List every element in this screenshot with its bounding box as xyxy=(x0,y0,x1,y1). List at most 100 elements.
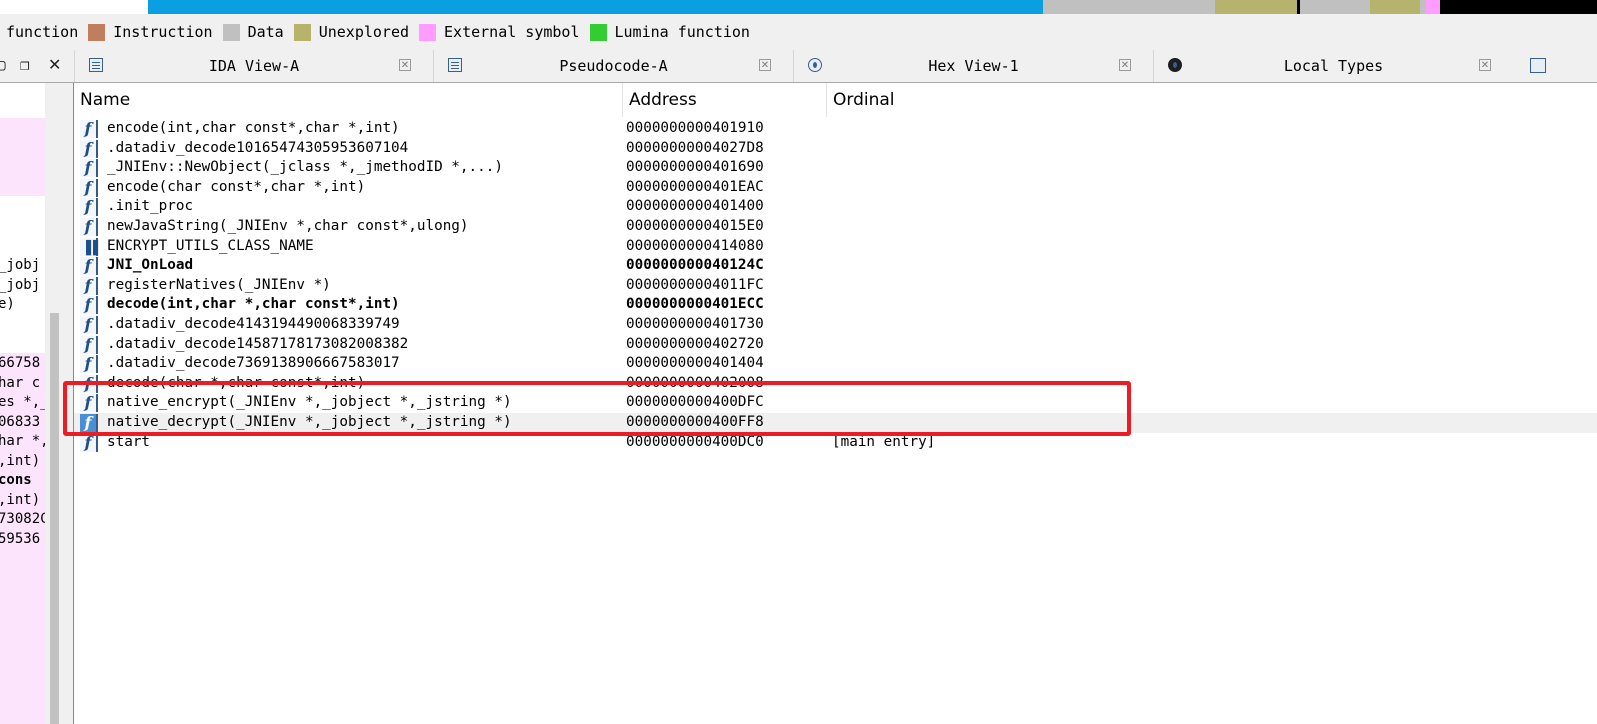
function-icon: f xyxy=(80,315,98,334)
function-icon: f xyxy=(80,276,98,295)
partial-text: 73082C xyxy=(0,511,45,527)
function-address: 0000000000401910 xyxy=(626,120,764,136)
table-row[interactable]: f .datadiv_decode7369138906667583017 00000… xyxy=(74,354,1597,374)
column-header-name[interactable]: Name xyxy=(74,83,623,117)
close-icon[interactable]: ✕ xyxy=(1479,59,1491,71)
scrollbar-thumb[interactable] xyxy=(50,313,59,724)
function-address: 00000000004027D8 xyxy=(626,139,764,156)
legend-label: External symbol xyxy=(444,23,580,41)
panel-splitter[interactable] xyxy=(63,83,74,724)
table-row[interactable]: f native_decrypt(_JNIEnv *,_jobject *,_js… xyxy=(74,412,1597,433)
close-icon[interactable]: ✕ xyxy=(759,59,771,71)
partial-text: ,int) xyxy=(0,492,41,508)
legend-bar: function Instruction Data Unexplored Ext… xyxy=(0,14,1597,50)
function-name: registerNatives(_JNIEnv *) xyxy=(107,276,331,293)
legend-swatch-icon xyxy=(419,23,437,41)
partial-text: e) xyxy=(0,296,15,312)
function-address: 0000000000400DFC xyxy=(626,394,764,411)
function-address: 0000000000401404 xyxy=(626,355,764,372)
tab-hex-view-1[interactable]: Hex View-1 ✕ xyxy=(793,50,1153,82)
function-name: .datadiv_decode4143194490068339749 xyxy=(107,315,400,332)
table-row[interactable]: ENCRYPT_UTILS_CLASS_NAME 0000000000414080 xyxy=(74,237,1597,257)
function-address: 0000000000414080 xyxy=(626,237,764,254)
column-header-ordinal[interactable]: Ordinal xyxy=(827,83,1597,117)
table-row[interactable]: f encode(int,char const*,char *,int) 00000… xyxy=(74,119,1597,139)
partial-text: cons xyxy=(0,472,32,488)
left-panel-scrollbar[interactable] xyxy=(45,83,63,724)
function-name: native_decrypt(_JNIEnv *,_jobject *,_jst… xyxy=(107,413,512,430)
partial-text: _jobj xyxy=(0,277,41,293)
function-name: .init_proc xyxy=(107,198,194,215)
function-address: 0000000000402008 xyxy=(626,374,764,391)
tab-label: Hex View-1 xyxy=(928,57,1019,75)
legend-item: Unexplored xyxy=(293,23,410,41)
table-row[interactable]: f decode(int,char *,char const*,int) 00000… xyxy=(74,295,1597,315)
function-name: .datadiv_decode7369138906667583017 xyxy=(107,355,400,372)
partial-text: es *,_ xyxy=(0,394,45,410)
function-icon: f xyxy=(80,159,98,178)
column-header-address[interactable]: Address xyxy=(623,83,827,117)
table-row[interactable]: f .init_proc 0000000000401400 xyxy=(74,197,1597,217)
partial-text: ,int) xyxy=(0,453,41,469)
restore-icon[interactable]: ▢ xyxy=(0,55,6,74)
left-partial-panel: _jobj _jobj e) 66758 har c es *,_ 06833 … xyxy=(0,83,45,724)
table-header: Name Address Ordinal xyxy=(74,83,1597,117)
legend-label: Instruction xyxy=(113,23,213,41)
table-row[interactable]: f .datadiv_decode4143194490068339749 00000… xyxy=(74,315,1597,335)
table-row[interactable]: f native_encrypt(_JNIEnv *,_jobject *,_js… xyxy=(74,393,1597,413)
tab-ida-view-a[interactable]: IDA View-A ✕ xyxy=(74,50,433,82)
table-row[interactable]: f newJavaString(_JNIEnv *,char const*,ulo… xyxy=(74,217,1597,237)
table-row[interactable]: f decode(char *,char const*,int) 000000000… xyxy=(74,374,1597,394)
table-row[interactable]: f .datadiv_decode14587178173082008382 0000… xyxy=(74,335,1597,355)
tab-label: Pseudocode-A xyxy=(559,57,668,75)
float-window-icon[interactable]: ❐ xyxy=(20,55,30,74)
function-name: encode(char const*,char *,int) xyxy=(107,178,366,195)
function-icon: f xyxy=(80,335,98,354)
function-name: native_encrypt(_JNIEnv *,_jobject *,_jst… xyxy=(107,394,512,411)
tab-pseudocode-a[interactable]: Pseudocode-A ✕ xyxy=(433,50,793,82)
legend-label: Lumina function xyxy=(614,23,750,41)
function-icon: f xyxy=(80,257,98,276)
close-icon[interactable]: ✕ xyxy=(1119,59,1131,71)
function-icon: f xyxy=(80,433,98,452)
navband-black-segment xyxy=(1440,0,1597,14)
function-icon: f xyxy=(80,139,98,158)
navband-pink-segment xyxy=(1426,0,1440,14)
function-address: 0000000000400FF8 xyxy=(626,413,764,430)
table-row[interactable]: f JNI_OnLoad 000000000040124C xyxy=(74,256,1597,276)
function-name: decode(char *,char const*,int) xyxy=(107,374,366,391)
function-icon: f xyxy=(80,198,98,217)
table-row[interactable]: f encode(char const*,char *,int) 000000000… xyxy=(74,178,1597,198)
partial-text: har c xyxy=(0,375,41,391)
tab-local-types[interactable]: Local Types ✕ xyxy=(1153,50,1513,82)
table-row[interactable]: f registerNatives(_JNIEnv *) 0000000000401… xyxy=(74,276,1597,296)
close-icon[interactable]: ✕ xyxy=(399,59,411,71)
legend-item: Data xyxy=(222,23,284,41)
close-icon[interactable]: ✕ xyxy=(48,55,61,74)
partial-text: har *, xyxy=(0,433,45,449)
function-address: 0000000000401730 xyxy=(626,315,764,332)
function-address: 0000000000401ECC xyxy=(626,296,764,313)
function-address: 0000000000401EAC xyxy=(626,178,764,195)
tab-bar: ▢ ❐ ✕ IDA View-A ✕ Pseudocode-A ✕ Hex Vi… xyxy=(0,50,1597,83)
function-name: _JNIEnv::NewObject(_jclass *,_jmethodID … xyxy=(107,159,503,176)
legend-swatch-icon xyxy=(88,23,106,41)
function-icon: f xyxy=(80,120,98,138)
function-address: 000000000040124C xyxy=(626,257,764,274)
pink-highlight-region xyxy=(0,118,45,196)
table-row[interactable]: f .datadiv_decode10165474305953607104 0000… xyxy=(74,139,1597,159)
partial-text: _jobj xyxy=(0,257,41,273)
legend-label: Unexplored xyxy=(318,23,410,41)
table-row[interactable]: f _JNIEnv::NewObject(_jclass *,_jmethodID… xyxy=(74,158,1597,178)
function-name: start xyxy=(107,433,151,450)
legend-label: Data xyxy=(247,23,284,41)
function-name: .datadiv_decode14587178173082008382 xyxy=(107,335,409,352)
navigation-band[interactable] xyxy=(0,0,1597,14)
function-address: 0000000000400DC0 xyxy=(626,433,764,450)
table-row[interactable]: f start 0000000000400DC0 [main entry] xyxy=(74,433,1597,453)
navband-blue-segment xyxy=(148,0,1043,14)
legend-item: Instruction xyxy=(88,23,213,41)
navband-gray-segment xyxy=(1300,0,1370,14)
structures-tab-icon[interactable] xyxy=(1530,58,1546,73)
function-name: encode(int,char const*,char *,int) xyxy=(107,120,400,136)
